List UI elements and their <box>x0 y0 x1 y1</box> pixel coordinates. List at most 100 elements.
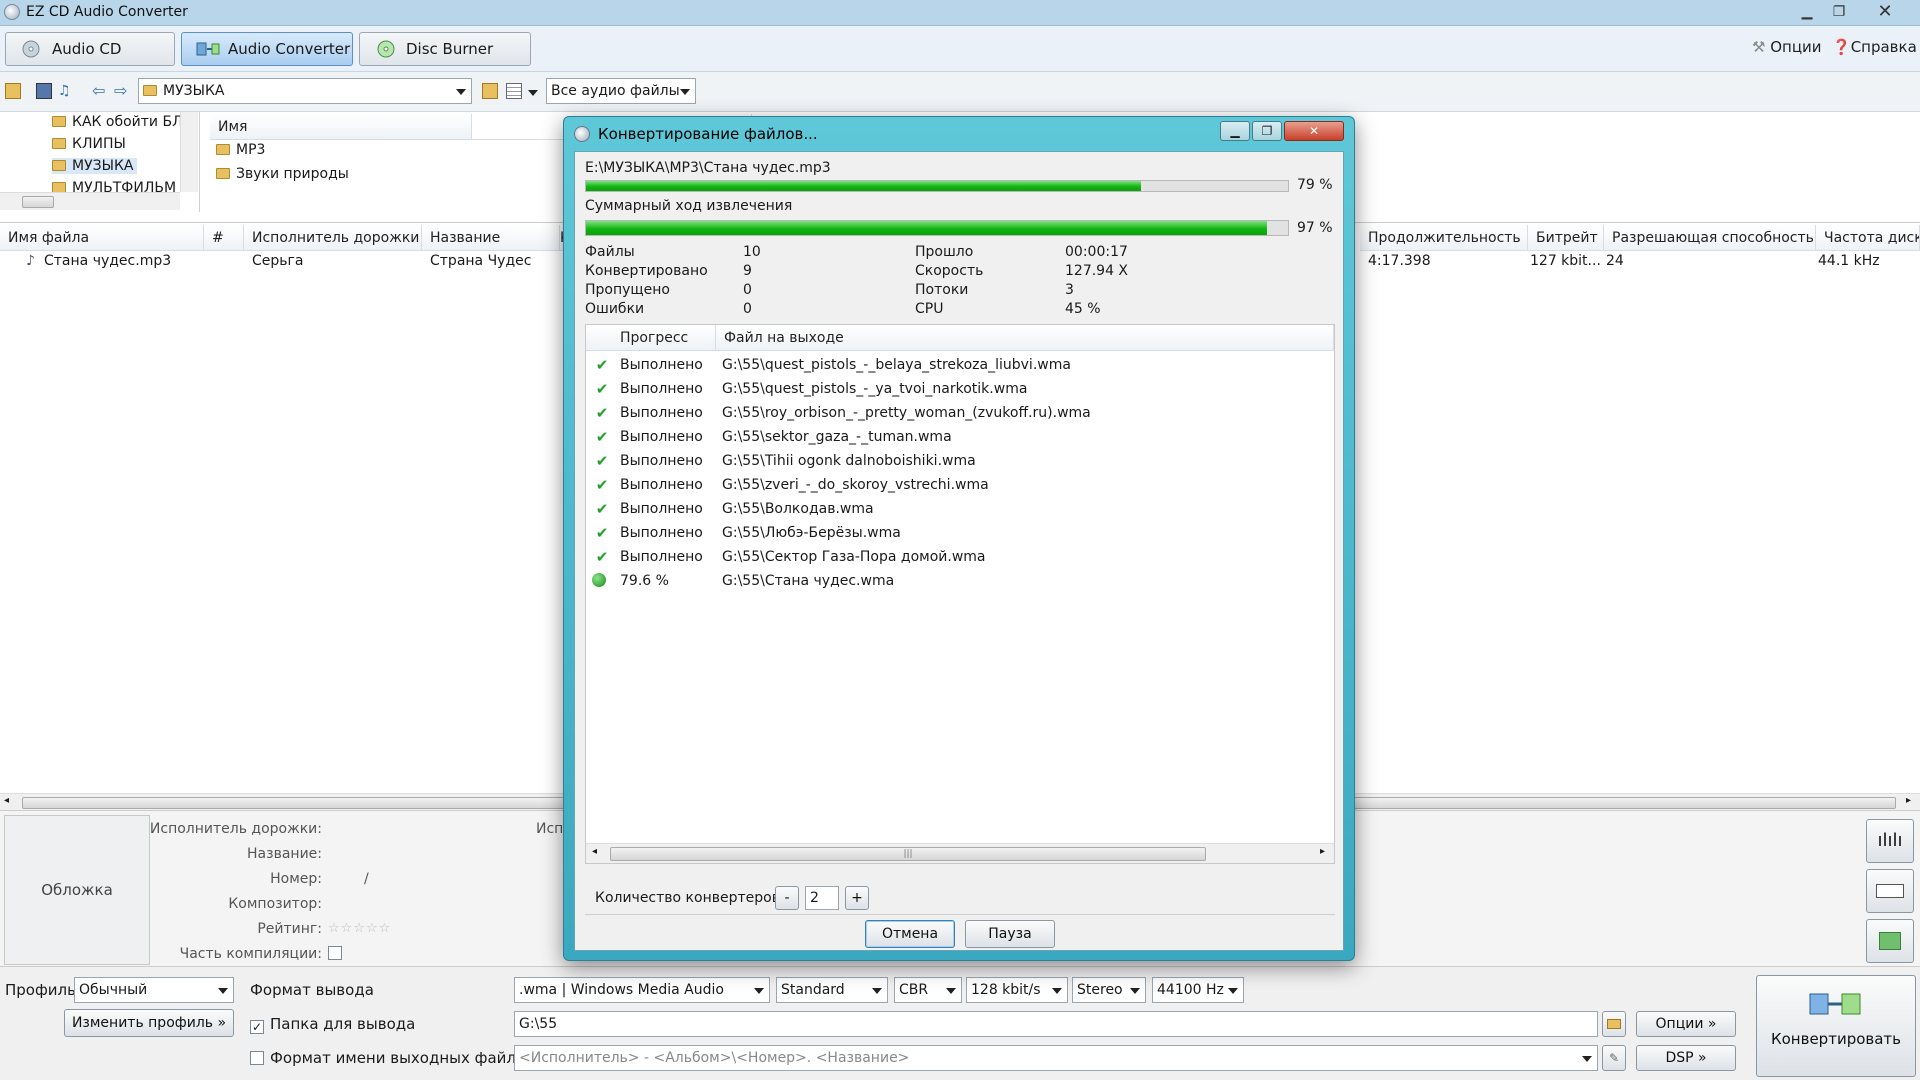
browse-folder-icon[interactable] <box>1602 1011 1626 1037</box>
column-header-duration[interactable]: Продолжительность <box>1360 225 1528 251</box>
minimize-icon[interactable]: ▁ <box>1792 1 1822 23</box>
naming-option[interactable]: Формат имени выходных файлов <box>250 1049 534 1067</box>
options-button[interactable]: Опции » <box>1636 1011 1736 1037</box>
maximize-icon[interactable]: ❐ <box>1824 1 1854 23</box>
job-row[interactable]: ✔ Выполнено G:\55\Волкодав.wma <box>586 497 1334 521</box>
rating-stars[interactable]: ☆☆☆☆☆ <box>328 921 391 936</box>
tab-audio-converter[interactable]: Audio Converter <box>181 32 353 66</box>
scroll-left-icon[interactable]: ◂ <box>4 795 9 806</box>
quality-select[interactable]: Standard <box>776 977 888 1003</box>
back-icon[interactable]: ⇦ <box>92 83 108 99</box>
job-row[interactable]: ✔ Выполнено G:\55\quest_pistols_-_ya_tvoi_… <box>586 377 1334 401</box>
list-item-label: Звуки природы <box>236 166 349 182</box>
column-header-artist[interactable]: Исполнитель дорожки <box>244 225 422 251</box>
column-header-samplerate[interactable]: Частота дискре <box>1816 225 1920 251</box>
dialog-close-icon[interactable]: ✕ <box>1284 121 1344 141</box>
column-header-output-file[interactable]: Файл на выходе <box>716 325 1334 351</box>
tab-disc-burner[interactable]: Disc Burner <box>359 32 531 66</box>
computer-icon[interactable] <box>36 83 52 99</box>
job-row[interactable]: ✔ Выполнено G:\55\Любэ-Берёзы.wma <box>586 521 1334 545</box>
job-row[interactable]: ✔ Выполнено G:\55\Сектор Газа-Пора домой.w… <box>586 545 1334 569</box>
compilation-checkbox[interactable] <box>328 946 342 960</box>
scroll-thumb[interactable]: ||| <box>610 847 1206 861</box>
tree-item-selected[interactable]: МУЗЫКА <box>52 158 138 174</box>
naming-format-input[interactable]: <Исполнитель> - <Альбом>\<Номер>. <Назва… <box>514 1045 1598 1071</box>
job-row[interactable]: ✔ Выполнено G:\55\zveri_-_do_skoroy_vstrec… <box>586 473 1334 497</box>
scroll-thumb[interactable] <box>22 196 54 208</box>
dialog-minimize-icon[interactable]: ▁ <box>1220 121 1250 141</box>
help-link[interactable]: ❓Справка <box>1832 38 1917 56</box>
pause-button[interactable]: Пауза <box>965 920 1055 948</box>
edit-field-icon[interactable] <box>1866 869 1914 913</box>
change-profile-button[interactable]: Изменить профиль » <box>64 1009 234 1037</box>
jobs-horizontal-scrollbar[interactable]: ◂ ||| ▸ <box>586 843 1334 863</box>
tree-item[interactable]: КАК обойти БЛ <box>52 114 183 130</box>
format-select[interactable]: .wma | Windows Media Audio <box>514 977 770 1003</box>
stat-threads-label: Потоки <box>915 282 969 298</box>
tab-audio-cd-ripper[interactable]: Audio CD Ripper <box>5 32 175 90</box>
view-mode-chevron-icon[interactable] <box>528 90 538 96</box>
job-row[interactable]: ✔ Выполнено G:\55\roy_orbison_-_pretty_wom… <box>586 401 1334 425</box>
dsp-button[interactable]: DSP » <box>1636 1045 1736 1071</box>
music-note-icon[interactable]: ♫ <box>58 83 74 99</box>
column-header-filename[interactable]: Имя файла <box>0 225 204 251</box>
dialog-maximize-icon[interactable]: ❐ <box>1252 121 1282 141</box>
tree-horizontal-scrollbar[interactable] <box>0 192 180 210</box>
column-header-resolution[interactable]: Разрешающая способность <box>1604 225 1816 251</box>
converters-decrease-button[interactable]: - <box>775 886 799 910</box>
job-row[interactable]: 79.6 % G:\55\Стана чудес.wma <box>586 569 1334 593</box>
checkmark-icon: ✔ <box>595 404 609 422</box>
list-item[interactable]: MP3 <box>216 142 265 158</box>
output-folder-input[interactable]: G:\55 <box>514 1011 1598 1037</box>
naming-checkbox[interactable] <box>250 1051 264 1065</box>
naming-edit-icon[interactable]: ✎ <box>1602 1045 1626 1071</box>
folder-view-icon[interactable] <box>5 83 21 99</box>
convert-icon <box>1809 993 1861 1015</box>
tree-vertical-scrollbar[interactable] <box>180 112 198 192</box>
convert-button[interactable]: Конвертировать <box>1756 975 1916 1077</box>
list-item[interactable]: Звуки природы <box>216 166 349 182</box>
job-row[interactable]: ✔ Выполнено G:\55\quest_pistols_-_belaya_s… <box>586 353 1334 377</box>
browse-folder-icon[interactable] <box>482 83 498 99</box>
column-header-name[interactable]: Имя <box>210 114 472 140</box>
converters-count-label: Количество конвертеров: <box>595 890 785 906</box>
waveform-icon[interactable]: ılılı <box>1866 819 1914 863</box>
output-folder-checkbox[interactable]: ✓ <box>250 1020 264 1034</box>
scroll-right-icon[interactable]: ▸ <box>1906 795 1911 806</box>
cancel-button[interactable]: Отмена <box>865 920 955 948</box>
column-header-bitrate[interactable]: Битрейт <box>1528 225 1604 251</box>
scroll-right-icon[interactable]: ▸ <box>1320 846 1325 857</box>
cover-art[interactable]: Обложка <box>4 815 150 965</box>
output-folder-option[interactable]: ✓ Папка для вывода <box>250 1015 415 1034</box>
folder-tree[interactable]: КАК обойти БЛ КЛИПЫ МУЗЫКА МУЛЬТФИЛЬМ <box>0 112 200 212</box>
samplerate-select[interactable]: 44100 Hz <box>1152 977 1244 1003</box>
column-header-title[interactable]: Название <box>422 225 560 251</box>
tree-item-label: КЛИПЫ <box>72 136 126 152</box>
converters-count-input[interactable]: 2 <box>805 886 839 910</box>
forward-icon[interactable]: ⇨ <box>114 83 130 99</box>
job-row[interactable]: ✔ Выполнено G:\55\Tihii ogonk dalnoboishik… <box>586 449 1334 473</box>
profile-select[interactable]: Обычный <box>74 977 234 1003</box>
scroll-left-icon[interactable]: ◂ <box>592 846 597 857</box>
file-filter-select[interactable]: Все аудио файлы <box>546 78 696 104</box>
tree-item[interactable]: КЛИПЫ <box>52 136 126 152</box>
bitrate-select[interactable]: 128 kbit/s <box>966 977 1068 1003</box>
close-icon[interactable]: ✕ <box>1870 1 1900 23</box>
add-image-icon[interactable] <box>1866 919 1914 963</box>
convert-button-label: Конвертировать <box>1770 1030 1902 1048</box>
job-output-file: G:\55\Стана чудес.wma <box>722 573 895 589</box>
bitrate-mode-select[interactable]: CBR <box>894 977 962 1003</box>
converters-increase-button[interactable]: + <box>845 886 869 910</box>
navigation-bar: ♫ ⇦ ⇨ МУЗЫКА Все аудио файлы <box>0 72 1920 112</box>
view-mode-icon[interactable] <box>506 83 522 99</box>
stat-skipped-value: 0 <box>743 282 752 298</box>
column-header-progress[interactable]: Прогресс <box>586 325 716 351</box>
channels-select[interactable]: Stereo <box>1072 977 1146 1003</box>
path-combo[interactable]: МУЗЫКА <box>138 78 472 104</box>
column-header-number[interactable]: # <box>204 225 244 251</box>
rating-label: Рейтинг: <box>257 921 322 937</box>
tree-item-label: КАК обойти БЛ <box>72 114 183 130</box>
converter-icon <box>196 42 220 56</box>
options-link[interactable]: ⚒ Опции <box>1752 38 1822 56</box>
job-row[interactable]: ✔ Выполнено G:\55\sektor_gaza_-_tuman.wma <box>586 425 1334 449</box>
